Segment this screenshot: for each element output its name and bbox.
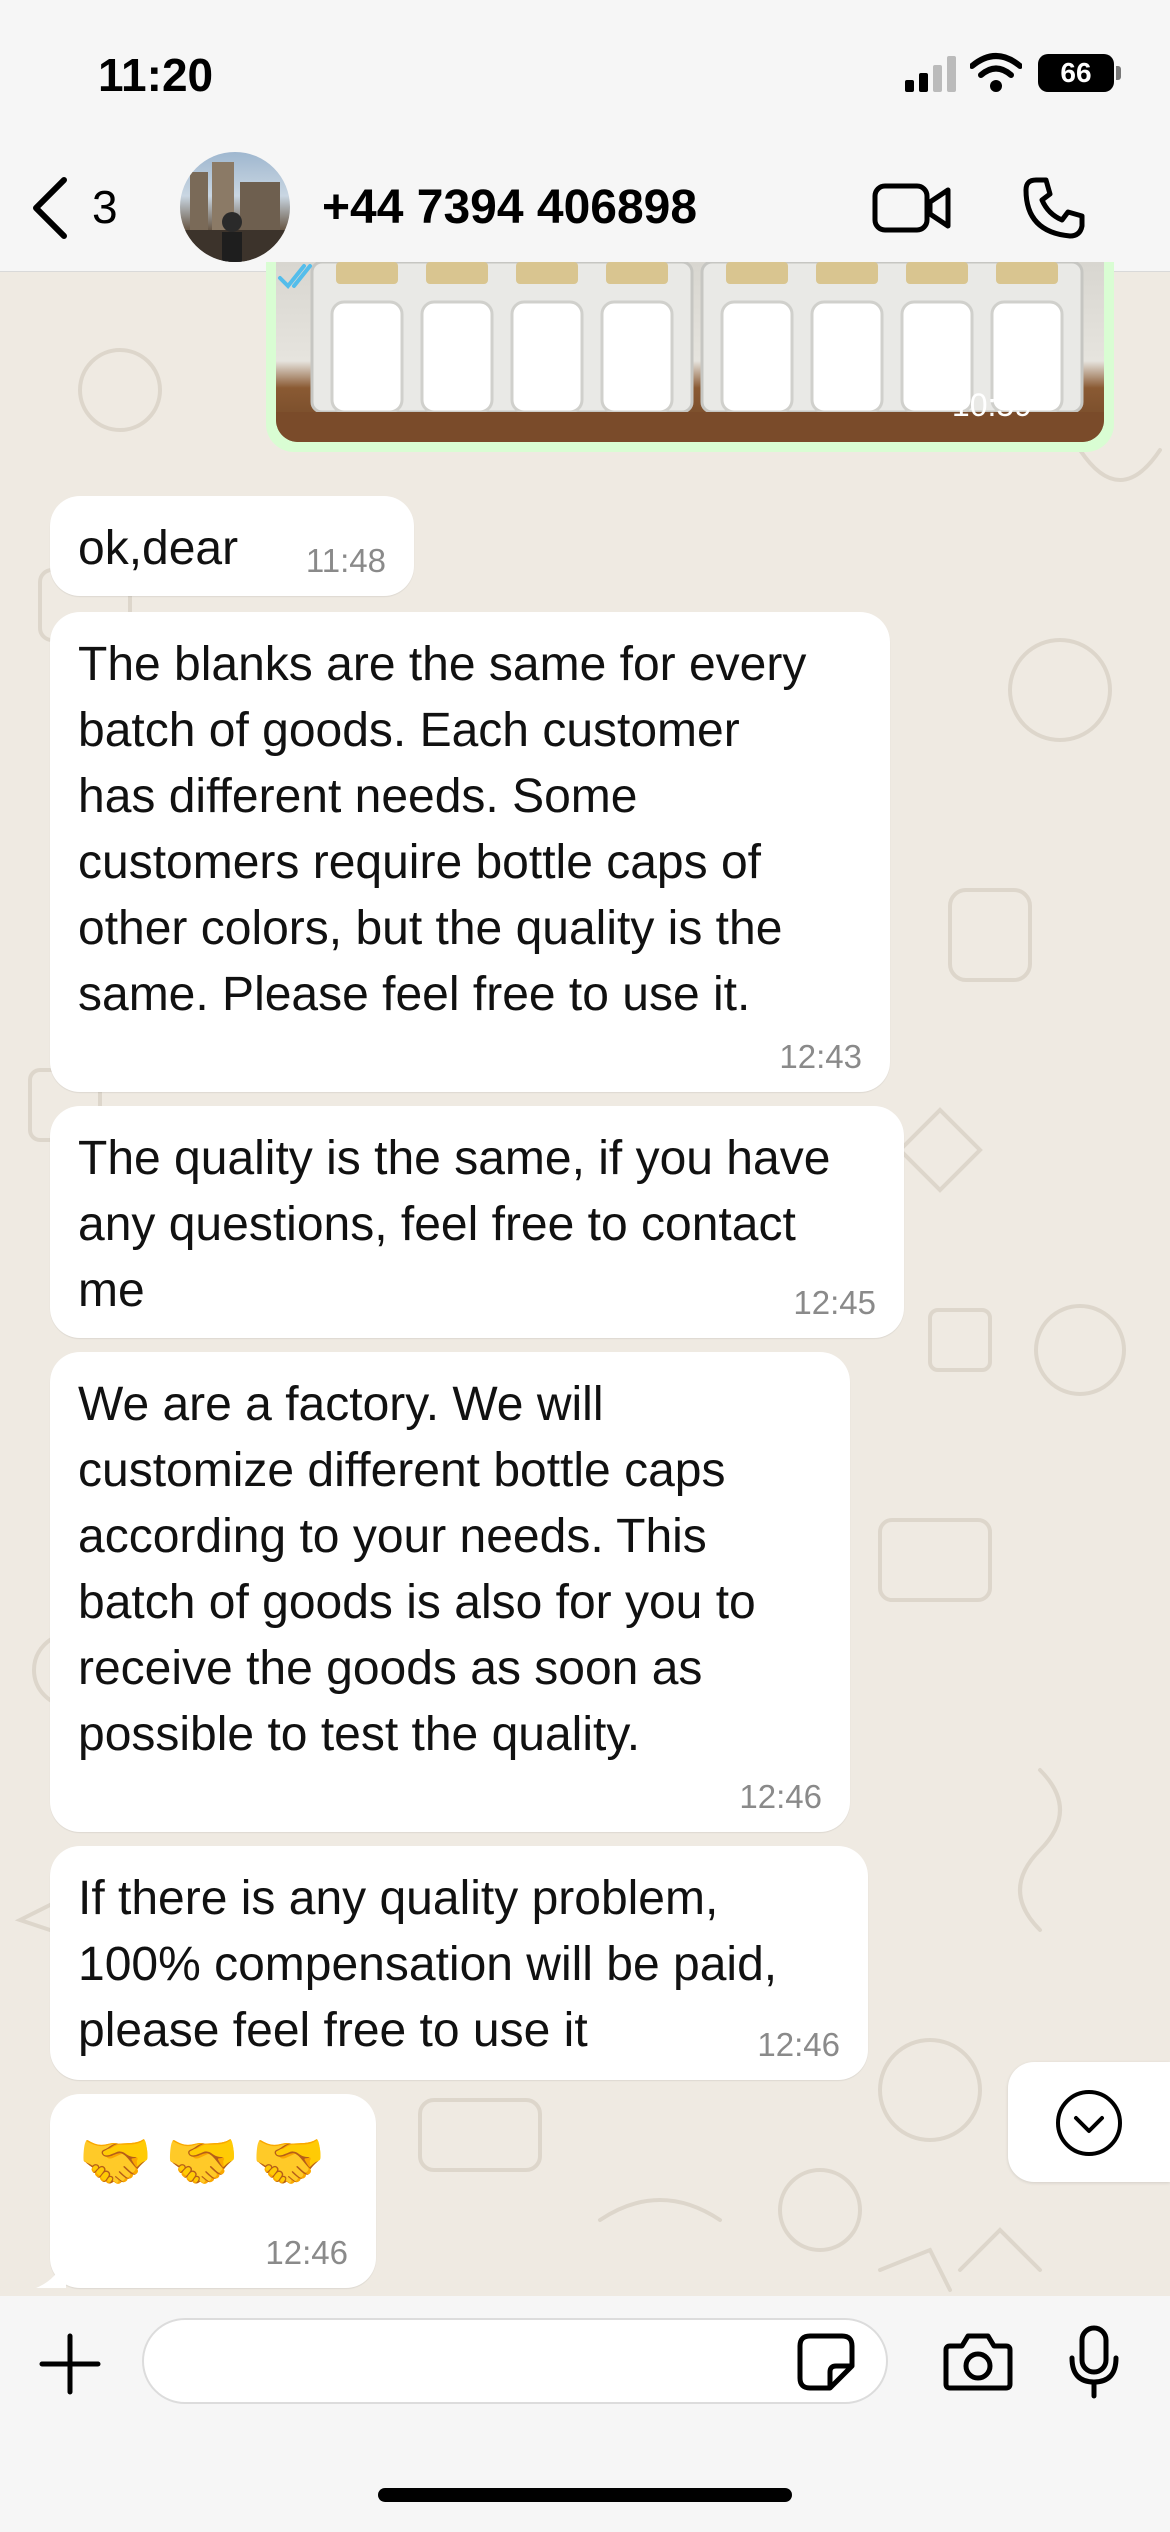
unread-chats-count[interactable]: 3	[92, 180, 118, 234]
bubble-tail	[36, 2258, 66, 2288]
contact-name[interactable]: +44 7394 406898	[322, 180, 697, 235]
media-photo[interactable]: 10:59	[276, 262, 1104, 442]
message-text: The quality is the same, if you have any…	[78, 1132, 831, 1317]
status-bar: 11:20 66	[0, 0, 1170, 140]
chevron-down-circle-icon	[1056, 2090, 1122, 2156]
incoming-message[interactable]: 🤝🤝🤝 12:46	[36, 2094, 376, 2288]
message-time: 10:59	[951, 387, 1032, 423]
emoji-message: 🤝🤝🤝	[78, 2128, 339, 2195]
message-text: We are a factory. We will customize diff…	[78, 1378, 756, 1761]
phone-icon[interactable]	[1022, 176, 1086, 240]
message-time: 12:43	[779, 1038, 862, 1075]
status-time: 11:20	[98, 49, 214, 101]
scroll-to-bottom-button[interactable]	[1008, 2062, 1170, 2182]
message-text: If there is any quality problem, 100% co…	[78, 1872, 778, 2057]
plus-icon[interactable]	[38, 2332, 102, 2396]
sticker-icon[interactable]	[796, 2332, 856, 2392]
video-camera-icon[interactable]	[872, 180, 952, 236]
camera-icon[interactable]	[942, 2332, 1014, 2392]
message-time: 11:48	[305, 542, 386, 579]
battery-indicator: 66	[1038, 54, 1121, 92]
microphone-icon[interactable]	[1068, 2324, 1120, 2400]
incoming-message[interactable]: If there is any quality problem, 100% co…	[50, 1846, 868, 2080]
message-time: 12:46	[757, 2026, 840, 2063]
contact-avatar[interactable]	[180, 152, 290, 262]
message-text: The blanks are the same for every batch …	[78, 638, 807, 1021]
wifi-icon	[970, 53, 1022, 92]
outgoing-media-message[interactable]: 10:59	[266, 262, 1114, 452]
back-button[interactable]	[22, 172, 142, 242]
message-time: 12:45	[793, 1284, 876, 1321]
cellular-signal-icon	[905, 56, 956, 92]
incoming-message[interactable]: The blanks are the same for every batch …	[50, 612, 890, 1092]
incoming-message[interactable]: The quality is the same, if you have any…	[50, 1106, 904, 1338]
chevron-left-icon	[33, 177, 67, 239]
read-receipt-icon	[278, 264, 312, 289]
incoming-message[interactable]: ok,dear 11:48	[50, 496, 414, 596]
message-input[interactable]	[142, 2318, 888, 2404]
incoming-message[interactable]: We are a factory. We will customize diff…	[50, 1352, 850, 1832]
chat-header: 3 +44 7394 406898	[0, 140, 1170, 272]
message-time: 12:46	[265, 2234, 348, 2271]
message-time: 12:46	[739, 1778, 822, 1815]
home-indicator[interactable]	[378, 2488, 792, 2502]
